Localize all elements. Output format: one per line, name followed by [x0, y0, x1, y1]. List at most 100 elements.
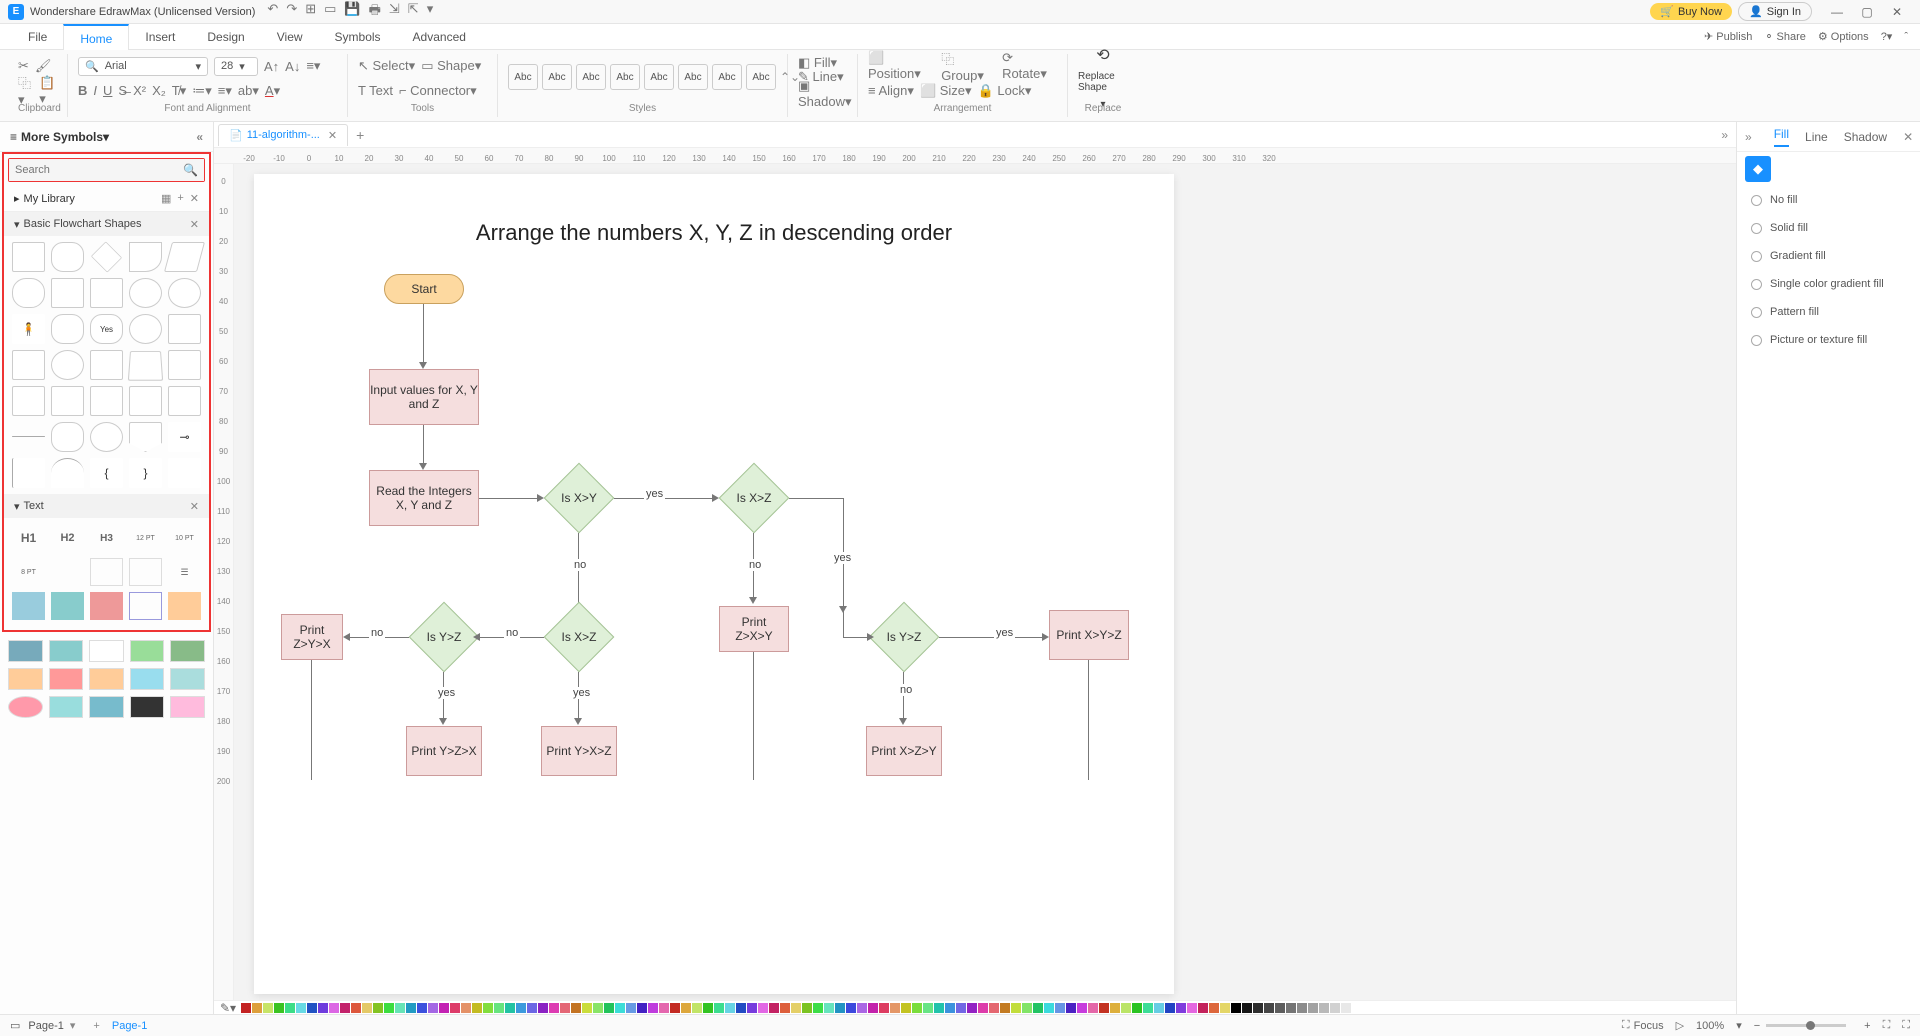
banner-shape[interactable] — [89, 640, 124, 662]
node-print-zyx[interactable]: Print Z>Y>X — [281, 614, 343, 660]
shape-database[interactable] — [129, 314, 162, 344]
tab-symbols[interactable]: Symbols — [319, 24, 397, 50]
select-tool[interactable]: ↖ Select▾ — [358, 58, 415, 74]
format-tab-shadow[interactable]: Shadow — [1844, 130, 1887, 144]
page-indicator[interactable]: Page-1 — [28, 1020, 63, 1032]
rotate-button[interactable]: ⟳ Rotate▾ — [1002, 50, 1057, 82]
expand-canvas-icon[interactable]: » — [1721, 128, 1728, 142]
text-label3[interactable] — [90, 592, 123, 620]
color-swatch[interactable] — [1352, 1003, 1362, 1013]
buy-now-button[interactable]: 🛒 Buy Now — [1650, 3, 1732, 20]
color-swatch[interactable] — [1176, 1003, 1186, 1013]
color-swatch[interactable] — [1297, 1003, 1307, 1013]
search-input[interactable] — [15, 164, 177, 176]
color-swatch[interactable] — [263, 1003, 273, 1013]
zoom-out-button[interactable]: − — [1754, 1020, 1760, 1032]
fit-page-button[interactable]: ⛶ — [1883, 1019, 1891, 1032]
color-swatch[interactable] — [362, 1003, 372, 1013]
publish-button[interactable]: ✈ Publish — [1704, 30, 1752, 43]
shape-card[interactable] — [168, 314, 201, 344]
underline-icon[interactable]: U — [103, 83, 112, 98]
banner-shape[interactable] — [130, 696, 165, 718]
color-swatch[interactable] — [1341, 1003, 1351, 1013]
minimize-button[interactable]: — — [1822, 5, 1852, 19]
color-swatch[interactable] — [835, 1003, 845, 1013]
shape-rounded[interactable] — [51, 242, 84, 272]
color-swatch[interactable] — [571, 1003, 581, 1013]
replace-shape-icon[interactable]: ⟲ — [1096, 45, 1109, 65]
color-swatch[interactable] — [329, 1003, 339, 1013]
text-10pt[interactable]: 10 PT — [168, 524, 201, 552]
color-swatch[interactable] — [549, 1003, 559, 1013]
qat-more-icon[interactable]: ▾ — [427, 1, 434, 23]
page-tab[interactable]: Page-1 — [112, 1020, 147, 1032]
bold-icon[interactable]: B — [78, 83, 87, 98]
node-input[interactable]: Input values for X, Y and Z — [369, 369, 479, 425]
color-swatch[interactable] — [1275, 1003, 1285, 1013]
banner-shape[interactable] — [170, 668, 205, 690]
color-swatch[interactable] — [252, 1003, 262, 1013]
shape-data[interactable] — [164, 242, 205, 272]
undo-icon[interactable]: ↶ — [267, 1, 278, 23]
color-swatch[interactable] — [747, 1003, 757, 1013]
shape-tape[interactable] — [90, 350, 123, 380]
shape-process[interactable] — [12, 242, 45, 272]
color-swatch[interactable] — [978, 1003, 988, 1013]
color-swatch[interactable] — [604, 1003, 614, 1013]
shape-pill[interactable] — [51, 422, 84, 452]
options-button[interactable]: ⚙ Options — [1818, 30, 1869, 43]
export-icon[interactable]: ⇲ — [389, 1, 400, 23]
shape-document[interactable] — [129, 242, 162, 272]
library-grid-icon[interactable]: ▦ — [161, 192, 171, 205]
color-swatch[interactable] — [956, 1003, 966, 1013]
shape-stored[interactable] — [90, 278, 123, 308]
shape-circle[interactable] — [168, 278, 201, 308]
style-item[interactable]: Abc — [712, 64, 742, 90]
text-card2[interactable] — [90, 558, 123, 586]
page-dropdown-icon[interactable]: ▾ — [70, 1019, 76, 1032]
color-swatch[interactable] — [1187, 1003, 1197, 1013]
color-swatch[interactable] — [439, 1003, 449, 1013]
color-swatch[interactable] — [1209, 1003, 1219, 1013]
text-8pt[interactable]: 8 PT — [12, 558, 45, 586]
cut-icon[interactable]: ✂ — [18, 58, 29, 74]
shape-offpage[interactable] — [129, 422, 162, 452]
node-decision-yz2[interactable]: Is Y>Z — [879, 612, 929, 662]
style-item[interactable]: Abc — [508, 64, 538, 90]
color-swatch[interactable] — [670, 1003, 680, 1013]
color-swatch[interactable] — [384, 1003, 394, 1013]
shape-connector[interactable] — [51, 350, 84, 380]
color-swatch[interactable] — [406, 1003, 416, 1013]
color-swatch[interactable] — [912, 1003, 922, 1013]
color-swatch[interactable] — [868, 1003, 878, 1013]
connector-tool[interactable]: ⌐ Connector▾ — [399, 83, 477, 99]
play-button[interactable]: ▷ — [1676, 1019, 1684, 1032]
color-swatch[interactable] — [802, 1003, 812, 1013]
tab-file[interactable]: File — [12, 24, 63, 50]
node-print-yzx[interactable]: Print Y>Z>X — [406, 726, 482, 776]
size-button[interactable]: ⬜ Size▾ — [920, 83, 972, 99]
color-swatch[interactable] — [1253, 1003, 1263, 1013]
node-decision-xz2[interactable]: Is X>Z — [554, 612, 604, 662]
color-swatch[interactable] — [659, 1003, 669, 1013]
subscript-icon[interactable]: X₂ — [152, 83, 166, 98]
color-swatch[interactable] — [879, 1003, 889, 1013]
text-card3[interactable] — [129, 558, 162, 586]
basic-flowchart-header[interactable]: ▾ Basic Flowchart Shapes✕ — [4, 212, 209, 236]
color-swatch[interactable] — [494, 1003, 504, 1013]
shape-manualop[interactable] — [90, 386, 123, 416]
color-swatch[interactable] — [285, 1003, 295, 1013]
color-swatch[interactable] — [648, 1003, 658, 1013]
color-swatch[interactable] — [1198, 1003, 1208, 1013]
color-swatch-bar[interactable]: ✎▾ — [214, 1000, 1736, 1014]
color-swatch[interactable] — [857, 1003, 867, 1013]
shape-arc[interactable] — [51, 458, 84, 488]
lock-button[interactable]: 🔒 Lock▾ — [978, 83, 1032, 99]
color-swatch[interactable] — [637, 1003, 647, 1013]
text-label4[interactable] — [129, 592, 162, 620]
color-swatch[interactable] — [593, 1003, 603, 1013]
decrease-font-icon[interactable]: A↓ — [285, 59, 300, 74]
color-swatch[interactable] — [1055, 1003, 1065, 1013]
format-tab-line[interactable]: Line — [1805, 130, 1828, 144]
color-swatch[interactable] — [483, 1003, 493, 1013]
